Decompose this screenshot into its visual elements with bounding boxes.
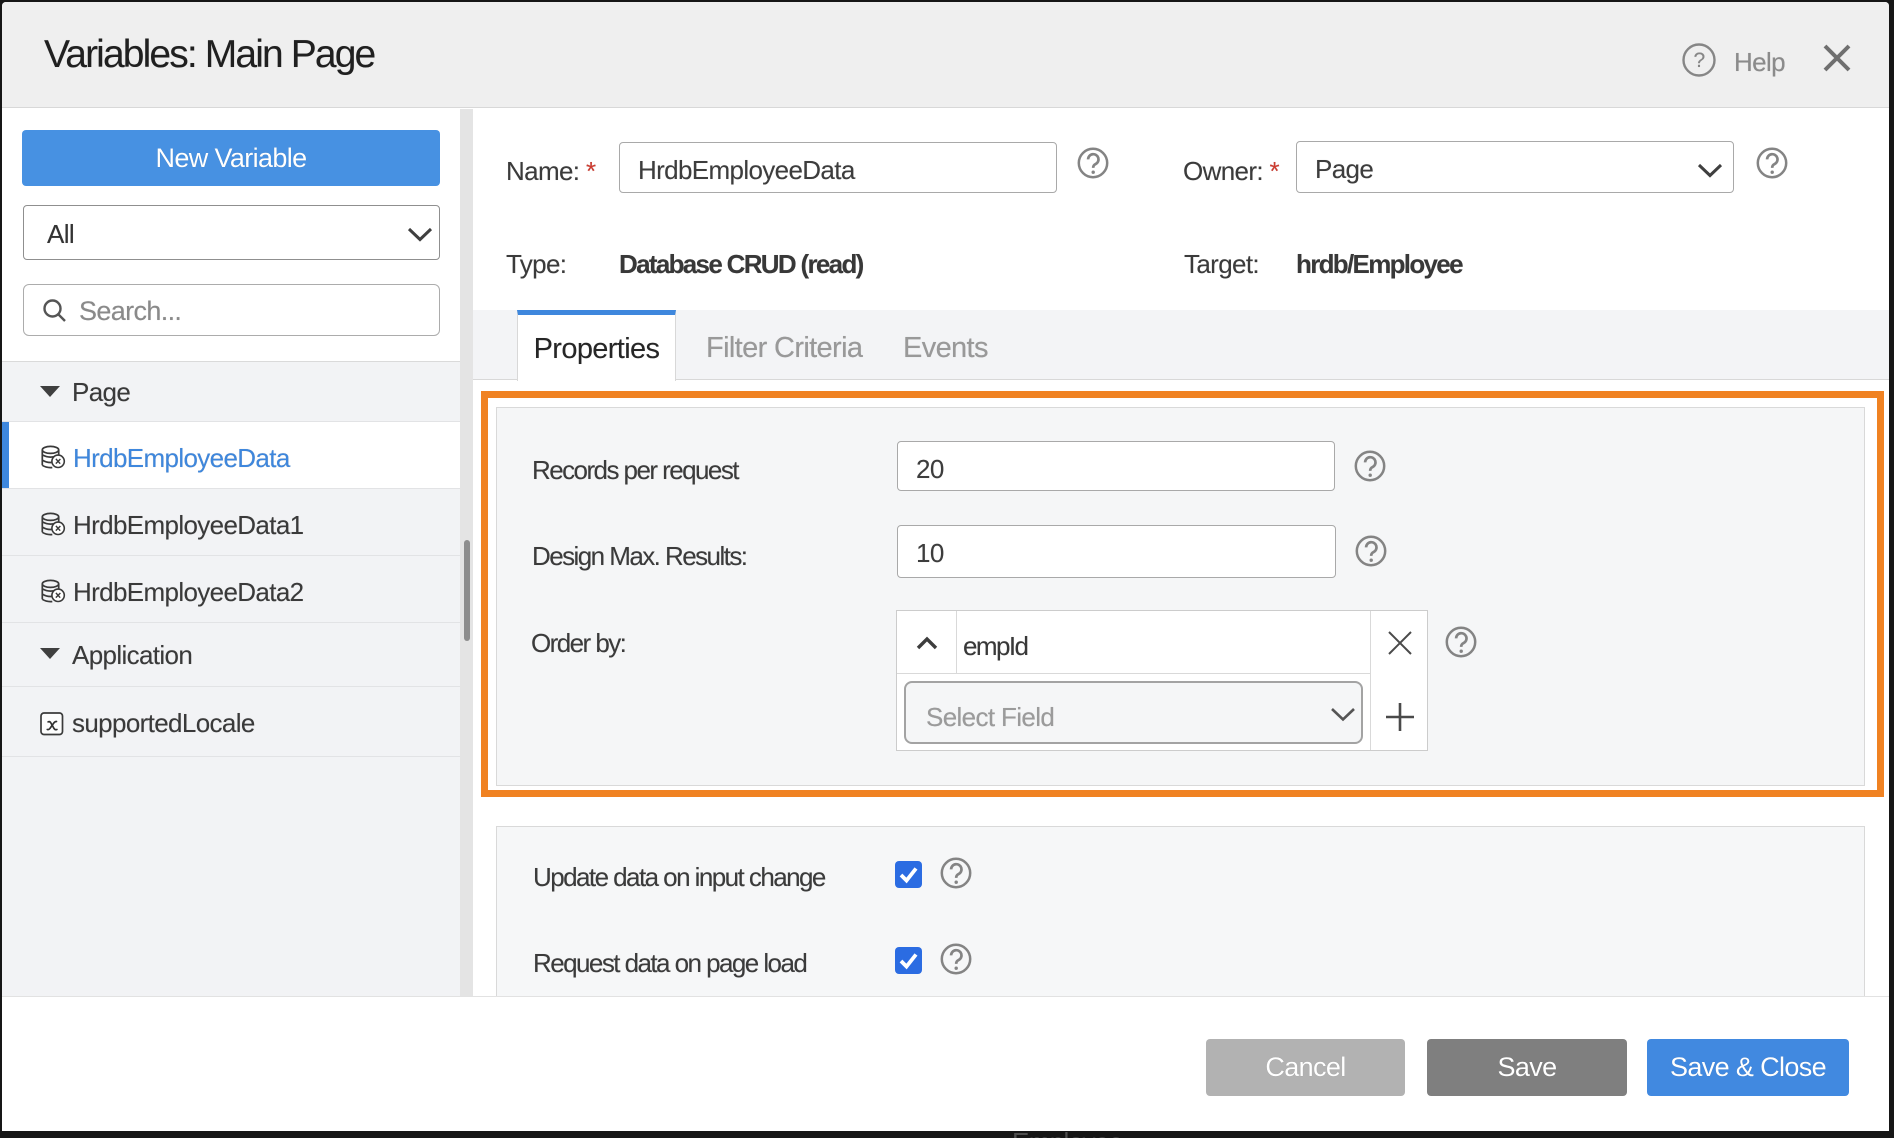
svg-text:?: ? (1693, 49, 1704, 72)
